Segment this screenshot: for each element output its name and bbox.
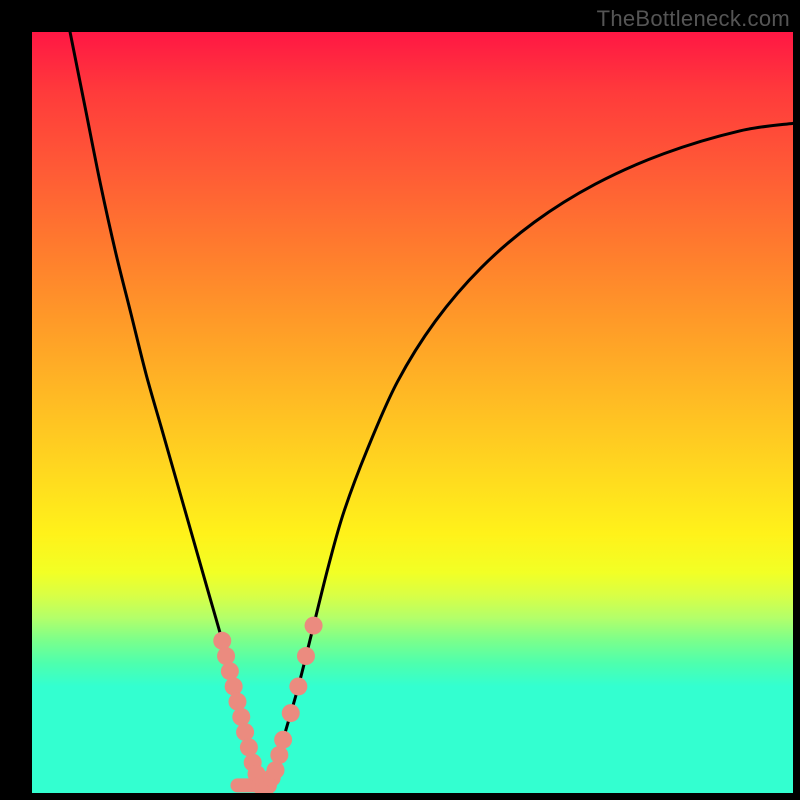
curve-marker [305,617,323,635]
chart-frame: TheBottleneck.com [0,0,800,800]
curve-marker [289,677,307,695]
curve-marker [297,647,315,665]
curve-marker [240,738,258,756]
curve-marker [236,723,254,741]
curve-marker [282,704,300,722]
curve-marker [221,662,239,680]
curve-marker [217,647,235,665]
curve-marker [225,677,243,695]
plot-area [32,32,793,793]
curve-marker [232,708,250,726]
curve-marker [228,693,246,711]
curve-marker [267,761,285,779]
curve-path [70,32,793,788]
watermark-text: TheBottleneck.com [597,6,790,32]
curve-marker [213,632,231,650]
bottleneck-curve [32,32,793,793]
curve-marker [274,731,292,749]
curve-marker [270,746,288,764]
